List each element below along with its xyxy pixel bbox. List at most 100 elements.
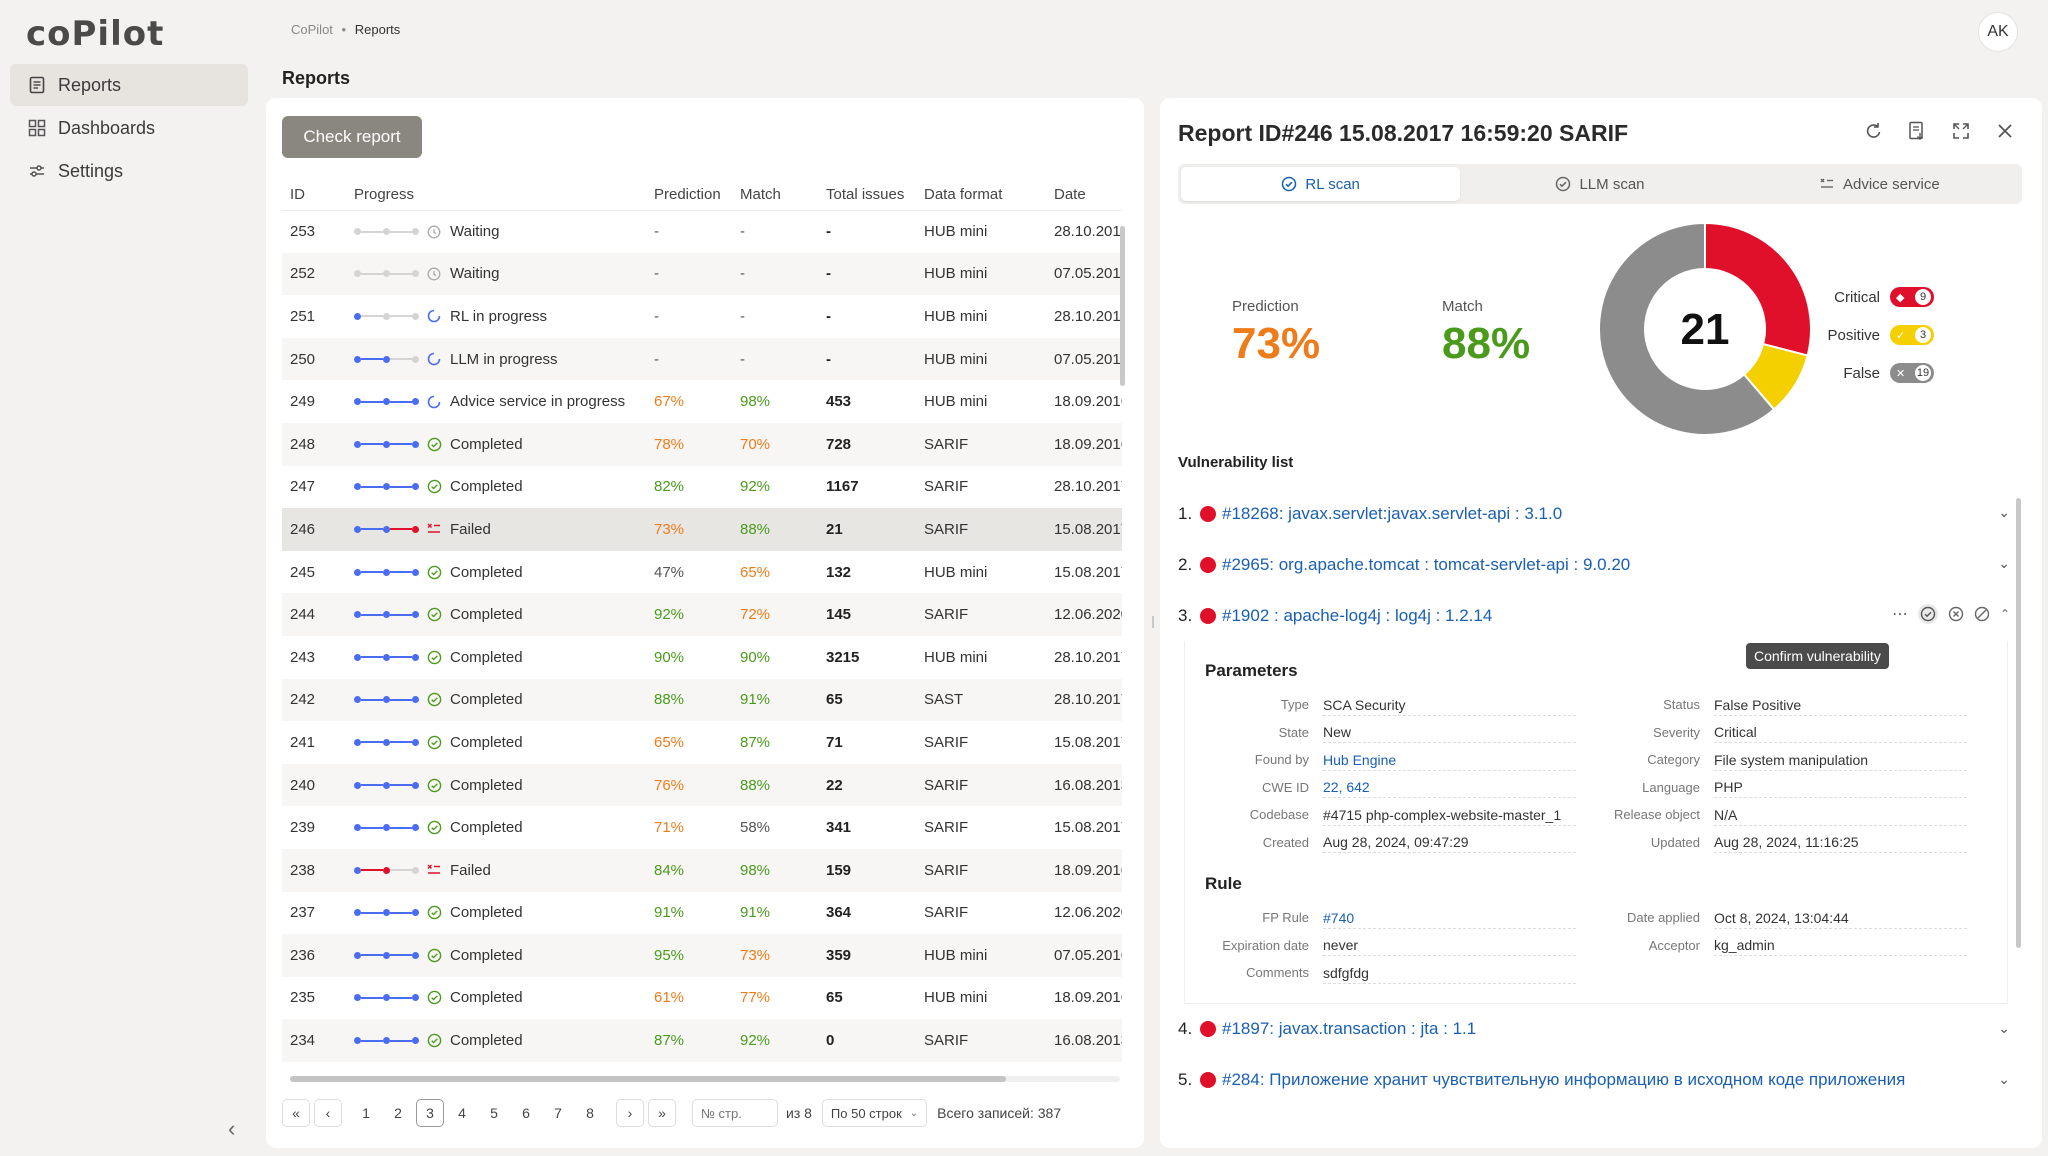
table-vertical-scrollbar[interactable] — [1120, 226, 1125, 386]
cell-prediction: - — [646, 252, 732, 296]
chevron-up-icon[interactable]: ⌃ — [2000, 607, 2010, 621]
column-header-progress[interactable]: Progress — [346, 180, 646, 211]
table-row[interactable]: 247 Completed 82% 92% 1167 SARIF 28.10.2017 — [282, 466, 1122, 509]
table-row[interactable]: 236 Completed 95% 73% 359 HUB mini 07.05.2016 — [282, 934, 1122, 977]
page-number-5[interactable]: 5 — [480, 1099, 508, 1127]
vulnerability-link[interactable]: #2965: org.apache.tomcat : tomcat-servle… — [1222, 555, 1630, 575]
table-row[interactable]: 237 Completed 91% 91% 364 SARIF 12.06.2020 — [282, 892, 1122, 935]
check-report-button[interactable]: Check report — [282, 116, 422, 158]
vulnerability-item[interactable]: 2. #2965: org.apache.tomcat : tomcat-ser… — [1178, 539, 2010, 590]
table-row[interactable]: 252 Waiting - - - HUB mini 07.05.2016 — [282, 252, 1122, 296]
vulnerability-item[interactable]: 1. #18268: javax.servlet:javax.servlet-a… — [1178, 488, 2010, 539]
table-row[interactable]: 245 Completed 47% 65% 132 HUB mini 15.08.2017 — [282, 551, 1122, 594]
table-row[interactable]: 246 Failed 73% 88% 21 SARIF 15.08.2017 — [282, 508, 1122, 551]
page-number-2[interactable]: 2 — [384, 1099, 412, 1127]
field-value: PHP — [1714, 776, 1967, 799]
prev-page-button[interactable]: ‹ — [314, 1099, 342, 1127]
false-toggle[interactable]: ✕ 19 — [1890, 363, 1934, 383]
table-row[interactable]: 248 Completed 78% 70% 728 SARIF 18.09.2016 — [282, 422, 1122, 466]
cell-progress: LLM in progress — [346, 337, 646, 381]
page-number-7[interactable]: 7 — [544, 1099, 572, 1127]
table-row[interactable]: 235 Completed 61% 77% 65 HUB mini 18.09.2016 — [282, 977, 1122, 1020]
column-header-total-issues[interactable]: Total issues — [818, 180, 916, 211]
export-report-icon[interactable] — [1904, 118, 1930, 144]
tab-rl-scan[interactable]: RL scan — [1181, 167, 1461, 201]
close-icon[interactable] — [1992, 118, 2018, 144]
chevron-down-icon[interactable]: ⌄ — [1998, 1020, 2010, 1037]
field-row: Expiration date never — [1205, 932, 1596, 960]
breadcrumb-root[interactable]: CoPilot — [291, 22, 333, 37]
chevron-down-icon[interactable]: ⌄ — [1998, 1071, 2010, 1088]
cell-id: 250 — [282, 337, 346, 381]
confirm-vulnerability-icon[interactable] — [1917, 604, 1938, 624]
user-avatar[interactable]: AK — [1978, 12, 2018, 52]
column-header-id[interactable]: ID — [282, 180, 346, 211]
table-row[interactable]: 241 Completed 65% 87% 71 SARIF 15.08.2017 — [282, 721, 1122, 764]
chevron-down-icon[interactable]: ⌄ — [1998, 555, 2010, 572]
field-value[interactable]: #740 — [1323, 907, 1576, 929]
cell-prediction: 84% — [646, 848, 732, 892]
column-header-prediction[interactable]: Prediction — [646, 180, 732, 211]
page-number-4[interactable]: 4 — [448, 1099, 476, 1127]
cell-data-format: SARIF — [916, 508, 1046, 551]
column-header-date[interactable]: Date — [1046, 180, 1122, 211]
field-row: Found by Hub Engine — [1205, 746, 1596, 774]
vulnerability-item-expanded[interactable]: 3. #1902 : apache-log4j : log4j : 1.2.14… — [1178, 590, 2010, 641]
reject-vulnerability-icon[interactable] — [1948, 606, 1964, 622]
field-value[interactable]: Hub Engine — [1323, 749, 1576, 771]
severity-critical-icon — [1200, 1021, 1216, 1037]
last-page-button[interactable]: » — [648, 1099, 676, 1127]
more-options-icon[interactable]: ⋯ — [1892, 604, 1908, 624]
panel-resize-handle[interactable] — [1152, 616, 1154, 628]
rows-per-page-select[interactable]: По 50 строк ⌄ — [821, 1099, 928, 1127]
ignore-vulnerability-icon[interactable] — [1974, 606, 1990, 622]
page-number-8[interactable]: 8 — [576, 1099, 604, 1127]
field-row: Acceptor kg_admin — [1596, 932, 1987, 960]
table-row[interactable]: 250 LLM in progress - - - HUB mini 07.05.2016 — [282, 337, 1122, 381]
table-row[interactable]: 249 Advice service in progress 67% 98% 453 HU… — [282, 380, 1122, 423]
table-row[interactable]: 238 Failed 84% 98% 159 SARIF 18.09.2016 — [282, 848, 1122, 892]
sidebar-item-settings[interactable]: Settings — [10, 150, 248, 192]
refresh-icon[interactable] — [1860, 118, 1886, 144]
page-number-3[interactable]: 3 — [416, 1099, 444, 1127]
tab-llm-scan[interactable]: LLM scan — [1460, 167, 1739, 201]
table-row[interactable]: 239 Completed 71% 58% 341 SARIF 15.08.2017 — [282, 806, 1122, 849]
table-horizontal-scrollbar[interactable] — [290, 1076, 1006, 1082]
critical-toggle[interactable]: ◆ 9 — [1890, 287, 1934, 307]
page-number-input[interactable] — [692, 1099, 778, 1127]
vulnerability-link[interactable]: #1902 : apache-log4j : log4j : 1.2.14 — [1222, 606, 1492, 626]
sidebar-item-dashboards[interactable]: Dashboards — [10, 107, 248, 149]
cell-prediction: 76% — [646, 763, 732, 807]
cell-id: 253 — [290, 223, 316, 241]
page-number-6[interactable]: 6 — [512, 1099, 540, 1127]
field-value: File system manipulation — [1714, 749, 1967, 771]
table-row[interactable]: 234 Completed 87% 92% 0 SARIF 16.08.2013 — [282, 1019, 1122, 1062]
vulnerability-item[interactable]: 5. #284: Приложение хранит чувствительну… — [1178, 1055, 2010, 1106]
table-row[interactable]: 244 Completed 92% 72% 145 SARIF 12.06.2020 — [282, 593, 1122, 636]
chevron-down-icon[interactable]: ⌄ — [1998, 504, 2010, 521]
prediction-label: Prediction — [1232, 298, 1299, 315]
tab-advice-service[interactable]: Advice service — [1740, 167, 2019, 201]
vulnerability-link[interactable]: #284: Приложение хранит чувствительную и… — [1222, 1070, 1905, 1090]
field-value[interactable]: 22, 642 — [1323, 776, 1576, 799]
table-row[interactable]: 243 Completed 90% 90% 3215 HUB mini 28.10.2017 — [282, 636, 1122, 679]
page-number-1[interactable]: 1 — [352, 1099, 380, 1127]
vulnerability-link[interactable]: #18268: javax.servlet:javax.servlet-api … — [1222, 504, 1562, 524]
sidebar-item-reports[interactable]: Reports — [10, 64, 248, 106]
vulnerability-item[interactable]: 4. #1897: javax.transaction : jta : 1.1 … — [1178, 1004, 2010, 1055]
next-page-button[interactable]: › — [616, 1099, 644, 1127]
vulnerability-link[interactable]: #1897: javax.transaction : jta : 1.1 — [1222, 1019, 1476, 1039]
column-header-match[interactable]: Match — [732, 180, 818, 211]
first-page-button[interactable]: « — [282, 1099, 310, 1127]
table-row[interactable]: 240 Completed 76% 88% 22 SARIF 16.08.2013 — [282, 763, 1122, 807]
expand-icon[interactable] — [1948, 118, 1974, 144]
collapse-sidebar-icon[interactable]: ‹ — [228, 1116, 235, 1142]
table-row[interactable]: 251 RL in progress - - - HUB mini 28.10.2017 — [282, 295, 1122, 338]
status-text: Completed — [450, 563, 523, 581]
report-vertical-scrollbar[interactable] — [2016, 498, 2021, 948]
column-header-data-format[interactable]: Data format — [916, 180, 1046, 211]
table-row[interactable]: 242 Completed 88% 91% 65 SAST 28.10.2017 — [282, 678, 1122, 722]
table-row[interactable]: 253 Waiting - - - HUB mini 28.10.2017 — [282, 210, 1122, 253]
positive-toggle[interactable]: ✓ 3 — [1890, 325, 1934, 345]
cell-prediction: 88% — [646, 678, 732, 722]
